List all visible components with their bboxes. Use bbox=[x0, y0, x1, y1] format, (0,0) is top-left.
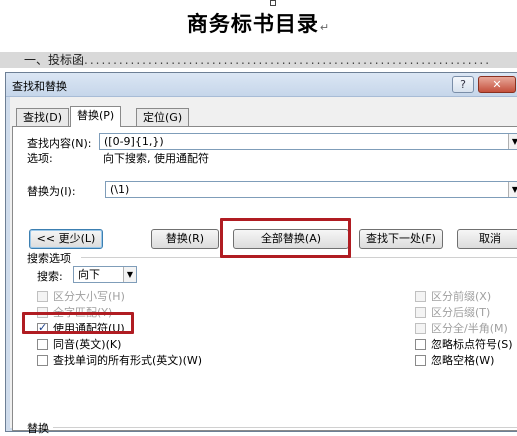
group-divider bbox=[53, 427, 517, 428]
checkbox-label: 区分大小写(H) bbox=[53, 290, 125, 303]
group-divider bbox=[81, 257, 517, 258]
checkbox-box bbox=[415, 323, 426, 334]
checkbox-box bbox=[415, 307, 426, 318]
paragraph-mark-icon: ↵ bbox=[319, 21, 331, 34]
all-word-forms-checkbox[interactable]: 查找单词的所有形式(英文)(W) bbox=[37, 354, 202, 369]
checkbox-checked-icon bbox=[37, 321, 48, 334]
less-button[interactable]: << 更少(L) bbox=[29, 229, 103, 249]
whole-word-checkbox[interactable]: 全字匹配(Y) bbox=[37, 306, 112, 321]
replace-with-input[interactable]: (\1) ▼ bbox=[105, 181, 517, 198]
checkbox-box bbox=[415, 355, 426, 366]
checkbox-box bbox=[37, 291, 48, 302]
checkbox-box bbox=[37, 355, 48, 366]
checkbox-box bbox=[37, 339, 48, 350]
replace-with-label: 替换为(I): bbox=[27, 185, 76, 198]
cancel-button[interactable]: 取消 bbox=[457, 229, 517, 249]
match-suffix-checkbox[interactable]: 区分后缀(T) bbox=[415, 306, 490, 321]
sounds-like-checkbox[interactable]: 同音(英文)(K) bbox=[37, 338, 121, 353]
dialog-body: 查找(D) 替换(P) 定位(G) 查找内容(N): ([0-9]{1,}) ▼… bbox=[10, 98, 517, 435]
chevron-down-icon[interactable]: ▼ bbox=[123, 267, 136, 282]
document-title: 商务标书目录↵ bbox=[0, 8, 517, 38]
checkbox-box bbox=[415, 291, 426, 302]
find-next-button[interactable]: 查找下一处(F) bbox=[359, 229, 443, 249]
checkbox-label: 忽略标点符号(S) bbox=[431, 338, 513, 351]
checkbox-label: 同音(英文)(K) bbox=[53, 338, 122, 351]
match-width-checkbox[interactable]: 区分全/半角(M) bbox=[415, 322, 508, 337]
checkbox-label: 区分后缀(T) bbox=[431, 306, 491, 319]
search-options-label: 搜索选项 bbox=[27, 252, 71, 265]
replace-with-value: (\1) bbox=[110, 183, 130, 196]
checkbox-label: 全字匹配(Y) bbox=[53, 306, 113, 319]
find-what-value: ([0-9]{1,}) bbox=[104, 135, 164, 148]
toc-leader-dots: ........................................… bbox=[84, 53, 492, 67]
replace-button[interactable]: 替换(R) bbox=[151, 229, 219, 249]
checkbox-label: 区分前缀(X) bbox=[431, 290, 492, 303]
dialog-title: 查找和替换 bbox=[12, 80, 67, 93]
checkbox-label: 区分全/半角(M) bbox=[431, 322, 508, 335]
find-what-input[interactable]: ([0-9]{1,}) ▼ bbox=[99, 133, 517, 150]
toc-entry-text: 一、投标函 bbox=[24, 53, 85, 67]
match-prefix-checkbox[interactable]: 区分前缀(X) bbox=[415, 290, 491, 305]
help-button[interactable]: ? bbox=[452, 76, 474, 93]
search-direction-select[interactable]: 向下 ▼ bbox=[73, 266, 137, 283]
tab-goto[interactable]: 定位(G) bbox=[136, 108, 190, 126]
ignore-punctuation-checkbox[interactable]: 忽略标点符号(S) bbox=[415, 338, 513, 353]
replace-tab-panel: 查找内容(N): ([0-9]{1,}) ▼ 选项: 向下搜索, 使用通配符 替… bbox=[12, 126, 517, 435]
tab-replace[interactable]: 替换(P) bbox=[70, 106, 122, 127]
ignore-spaces-checkbox[interactable]: 忽略空格(W) bbox=[415, 354, 494, 369]
search-direction-label: 搜索: bbox=[37, 270, 63, 283]
match-case-checkbox[interactable]: 区分大小写(H) bbox=[37, 290, 125, 305]
use-wildcards-checkbox[interactable]: 使用通配符(U) bbox=[37, 321, 125, 337]
options-label: 选项: bbox=[27, 152, 53, 165]
dialog-titlebar[interactable]: 查找和替换 ? ✕ bbox=[6, 73, 517, 97]
tab-find[interactable]: 查找(D) bbox=[16, 108, 70, 126]
find-replace-dialog: 查找和替换 ? ✕ 查找(D) 替换(P) 定位(G) 查找内容(N): ([0… bbox=[5, 72, 517, 435]
chevron-down-icon[interactable]: ▼ bbox=[508, 182, 517, 197]
find-what-label: 查找内容(N): bbox=[27, 137, 92, 150]
checkbox-label: 查找单词的所有形式(英文)(W) bbox=[53, 354, 203, 367]
checkbox-label: 使用通配符(U) bbox=[53, 322, 125, 335]
options-value: 向下搜索, 使用通配符 bbox=[103, 152, 209, 165]
replace-all-button[interactable]: 全部替换(A) bbox=[233, 229, 349, 249]
chevron-down-icon[interactable]: ▼ bbox=[508, 134, 517, 149]
search-direction-value: 向下 bbox=[78, 268, 100, 281]
selection-handle[interactable] bbox=[270, 0, 276, 6]
checkbox-label: 忽略空格(W) bbox=[431, 354, 495, 367]
checkbox-box bbox=[37, 307, 48, 318]
checkbox-box bbox=[415, 339, 426, 350]
toc-entry: 一、投标函...................................… bbox=[0, 52, 517, 68]
close-button[interactable]: ✕ bbox=[478, 76, 516, 93]
document-title-text: 商务标书目录 bbox=[186, 12, 319, 36]
replace-group-label: 替换 bbox=[27, 422, 49, 435]
